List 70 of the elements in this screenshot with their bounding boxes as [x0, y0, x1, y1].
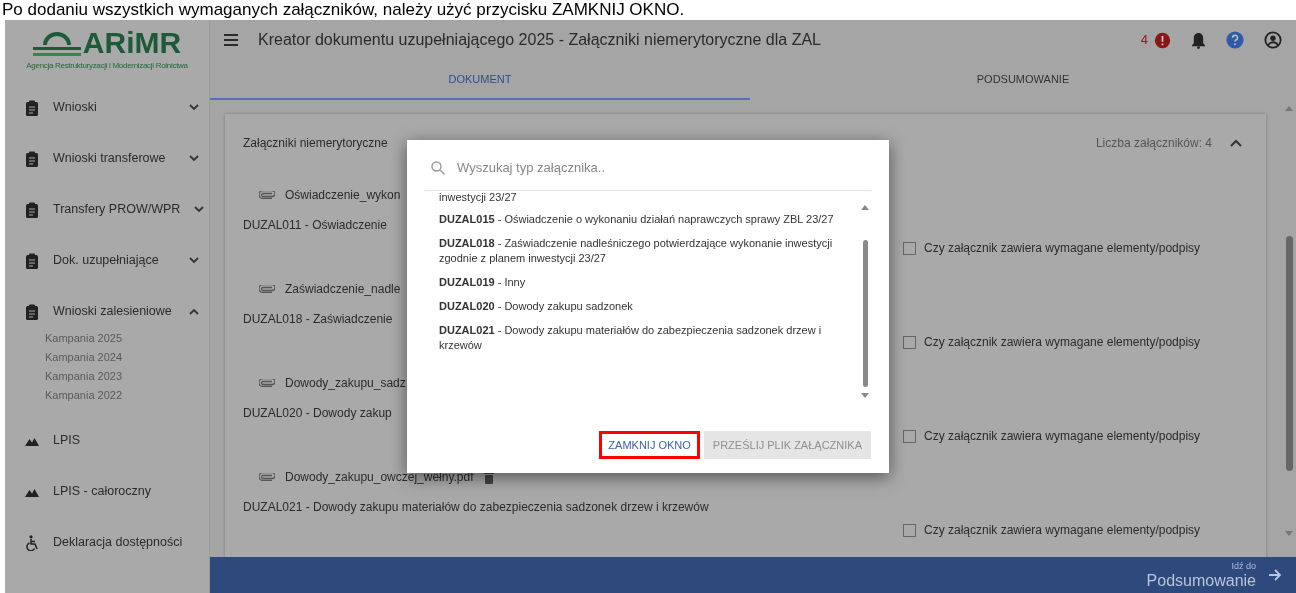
page-title: Kreator dokumentu uzupełniającego 2025 - Załączniki niemerytoryczne dla ZAL [258, 30, 822, 50]
sidebar-item[interactable]: Wnioski zalesieniowe [53, 302, 175, 321]
attachment-description: DUZAL021 - Dowody zakupu materiałów do zabezpieczenia sadzonek drzew i krzewów [243, 499, 709, 516]
list-item[interactable]: DUZAL021 - Dowody zakupu materiałów do zabezpieczenia sadzonek drzew i krzewów [439, 323, 849, 353]
sidebar-item[interactable]: Wnioski [53, 98, 175, 117]
clipboard-icon [25, 201, 39, 218]
logo-text: ARiMR [82, 28, 182, 58]
checkbox-label: Czy załącznik zawiera wymagane elementy/podpisy [924, 334, 1201, 351]
paperclip-icon [259, 379, 275, 387]
scroll-up-icon[interactable] [861, 205, 869, 210]
checkbox[interactable] [903, 523, 916, 537]
help-icon[interactable] [1226, 31, 1244, 49]
attachment-description: DUZAL011 - Oświadczenie [243, 217, 387, 234]
chevron-icon[interactable] [189, 308, 199, 315]
clipboard-icon [25, 252, 39, 269]
search-icon [431, 160, 445, 175]
sidebar-item[interactable]: Deklaracja dostępności [53, 533, 199, 552]
attachment-count: Liczba załączników: 4 [1095, 135, 1212, 152]
search-field[interactable]: Wyszukaj typ załącznika.. [457, 157, 865, 178]
attachment-description: DUZAL020 - Dowody zakup [243, 405, 392, 422]
clipboard-icon [25, 150, 39, 167]
section-title: Załączniki niemerytoryczne [243, 135, 389, 152]
file-name[interactable]: Dowody_zakupu_sadz [285, 374, 406, 392]
checkbox[interactable] [903, 429, 916, 443]
logo-subtitle: Agencja Restrukturyzacji i Modernizacji Rolnictwa [26, 60, 188, 72]
checkbox[interactable] [903, 335, 916, 349]
chevron-icon[interactable] [1230, 139, 1242, 147]
list-item[interactable]: inwestycji 23/27 [439, 191, 517, 203]
file-name[interactable]: Oświadczenie_wykon [285, 186, 401, 204]
scrollbar-thumb[interactable] [862, 240, 868, 387]
error-count: 4 [1140, 31, 1148, 50]
tab[interactable]: PODSUMOWANIE [750, 60, 1296, 100]
list-item[interactable]: DUZAL018 - Zaświadczenie nadleśniczego potwierdzające wykonanie inwestycji zgodnie z planem inwestycji 23/27 [439, 236, 849, 266]
sidebar-item[interactable]: LPIS - całoroczny [53, 482, 199, 501]
go-to-summary-button[interactable]: Idź do Podsumowanie [1146, 560, 1256, 590]
file-name[interactable]: Dowody_zakupu_owczej_wełny.pdf [285, 468, 474, 486]
sidebar-item[interactable]: Wnioski transferowe [53, 149, 175, 168]
attachment-description: DUZAL018 - Zaświadczenie [243, 311, 393, 328]
bell-icon[interactable] [1191, 31, 1206, 49]
dialog-button[interactable]: ZAMKNIJ OKNO [599, 431, 700, 459]
arrow-right-icon[interactable] [1268, 568, 1282, 582]
list-item[interactable]: DUZAL020 - Dowody zakupu sadzonek [439, 299, 849, 314]
list-item[interactable]: DUZAL015 - Oświadczenie o wykonaniu działań naprawczych sprawy ZBL 23/27 [439, 212, 849, 227]
tab[interactable]: DOKUMENT [210, 60, 750, 100]
error-icon[interactable] [1154, 31, 1171, 49]
sidebar-item[interactable]: Transfery PROW/WPR [53, 200, 181, 219]
list-item[interactable]: DUZAL019 - Inny [439, 275, 849, 290]
paperclip-icon [259, 473, 275, 481]
clipboard-icon [25, 303, 39, 320]
scrollbar-thumb[interactable] [1285, 236, 1293, 471]
chevron-icon[interactable] [189, 155, 199, 162]
checkbox[interactable] [903, 241, 916, 255]
paperclip-icon [259, 191, 275, 199]
account-icon[interactable] [1264, 31, 1282, 49]
checkbox-label: Czy załącznik zawiera wymagane elementy/podpisy [924, 428, 1201, 445]
sidebar-item[interactable]: Dok. uzupełniające [53, 251, 175, 270]
chevron-icon[interactable] [194, 206, 205, 213]
logo-mark-icon [32, 32, 81, 58]
chevron-icon[interactable] [189, 257, 199, 264]
clipboard-icon [25, 99, 39, 116]
checkbox-label: Czy załącznik zawiera wymagane elementy/podpisy [924, 240, 1201, 257]
caption: Po dodaniu wszystkich wymaganych załączników, należy użyć przycisku ZAMKNIJ OKNO. [1, 0, 686, 20]
checkbox-label: Czy załącznik zawiera wymagane elementy/podpisy [924, 522, 1201, 539]
file-name[interactable]: Zaświadczenie_nadle [285, 280, 401, 298]
sidebar-item[interactable]: LPIS [53, 431, 199, 450]
paperclip-icon [259, 285, 275, 293]
scroll-down-icon[interactable] [861, 393, 869, 398]
accessibility-icon [25, 534, 39, 551]
menu-icon[interactable] [224, 34, 238, 46]
chevron-icon[interactable] [189, 104, 199, 111]
